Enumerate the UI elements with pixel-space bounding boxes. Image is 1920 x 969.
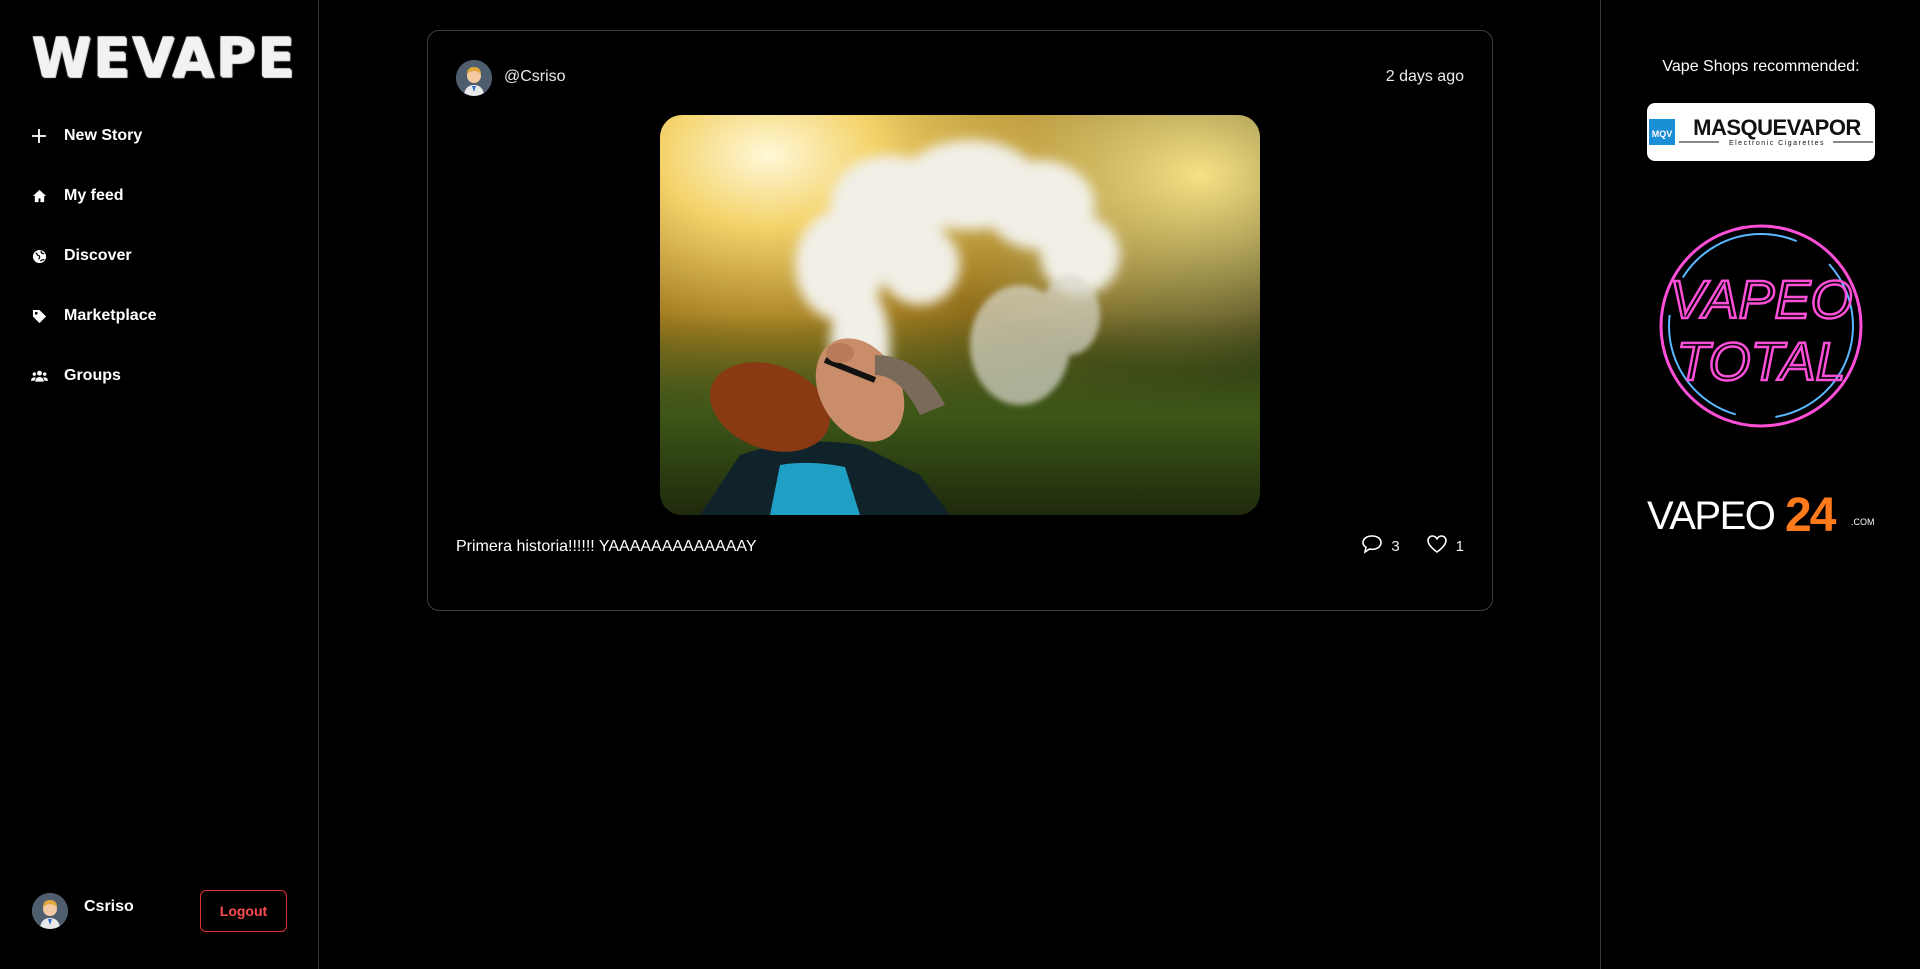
main-nav: New Story My feed Discover Marketplace G…: [30, 106, 290, 406]
post-image[interactable]: [660, 115, 1260, 515]
nav-new-story[interactable]: New Story: [30, 106, 290, 166]
post-author-avatar[interactable]: [456, 60, 492, 96]
nav-marketplace-label: Marketplace: [64, 307, 157, 324]
vapeo-total-logo: VAPEO TOTAL: [1659, 224, 1863, 428]
app-root: WEVAPE New Story My feed Discover Market…: [0, 0, 1920, 969]
shops-title: Vape Shops recommended:: [1662, 58, 1860, 75]
masquevapor-name: MASQUEVAPOR: [1693, 115, 1861, 140]
comment-count: 3: [1391, 537, 1400, 555]
tag-icon: [30, 307, 48, 325]
post-author[interactable]: @Csriso: [504, 68, 566, 86]
post-photo-illustration: [660, 115, 1260, 515]
like-count: 1: [1455, 537, 1464, 555]
feed: @Csriso 2 days ago Primera historia!!!!!…: [320, 0, 1600, 969]
shop-vapeo24[interactable]: VAPEO 24 .COM: [1647, 485, 1875, 543]
masquevapor-badge: MQV: [1652, 129, 1673, 139]
nav-marketplace[interactable]: Marketplace: [30, 286, 290, 346]
right-sidebar: Vape Shops recommended: MQV MASQUEVAPOR …: [1600, 0, 1920, 969]
app-logo[interactable]: WEVAPE: [32, 27, 295, 90]
nav-discover-label: Discover: [64, 247, 132, 264]
heart-icon: [1426, 534, 1448, 558]
nav-groups[interactable]: Groups: [30, 346, 290, 406]
users-icon: [30, 367, 48, 385]
logout-button[interactable]: Logout: [200, 890, 287, 932]
vapeo-total-line1: VAPEO: [1669, 270, 1852, 330]
user-name: Csriso: [84, 898, 134, 915]
nav-my-feed[interactable]: My feed: [30, 166, 290, 226]
vapeo24-logo: VAPEO 24 .COM: [1647, 489, 1875, 542]
vapeo-total-line2: TOTAL: [1676, 332, 1845, 392]
post-card: @Csriso 2 days ago Primera historia!!!!!…: [427, 30, 1493, 611]
masquevapor-logo: MQV MASQUEVAPOR Electronic Cigarettes: [1649, 115, 1873, 147]
nav-new-story-label: New Story: [64, 127, 143, 144]
user-avatar[interactable]: [32, 893, 68, 929]
comment-icon: [1361, 534, 1383, 558]
post-actions: 3 1: [1361, 534, 1464, 558]
current-user: Csriso Logout: [32, 890, 292, 936]
nav-my-feed-label: My feed: [64, 187, 124, 204]
like-button[interactable]: 1: [1426, 534, 1464, 558]
globe-icon: [30, 247, 48, 265]
shop-vapeo-total[interactable]: VAPEO TOTAL: [1657, 220, 1865, 432]
vapeo24-suffix: .COM: [1851, 517, 1875, 527]
nav-discover[interactable]: Discover: [30, 226, 290, 286]
left-sidebar: WEVAPE New Story My feed Discover Market…: [0, 0, 319, 969]
post-text: Primera historia!!!!!! YAAAAAAAAAAAAAY: [456, 538, 757, 555]
nav-groups-label: Groups: [64, 367, 121, 384]
post-timestamp: 2 days ago: [1385, 68, 1464, 85]
home-icon: [30, 187, 48, 205]
masquevapor-tagline: Electronic Cigarettes: [1729, 140, 1825, 147]
shop-masquevapor[interactable]: MQV MASQUEVAPOR Electronic Cigarettes: [1647, 103, 1875, 161]
vapeo24-part1: VAPEO: [1647, 494, 1775, 538]
plus-icon: [30, 127, 48, 145]
vapeo24-part2: 24: [1785, 489, 1837, 542]
comment-button[interactable]: 3: [1361, 534, 1400, 558]
